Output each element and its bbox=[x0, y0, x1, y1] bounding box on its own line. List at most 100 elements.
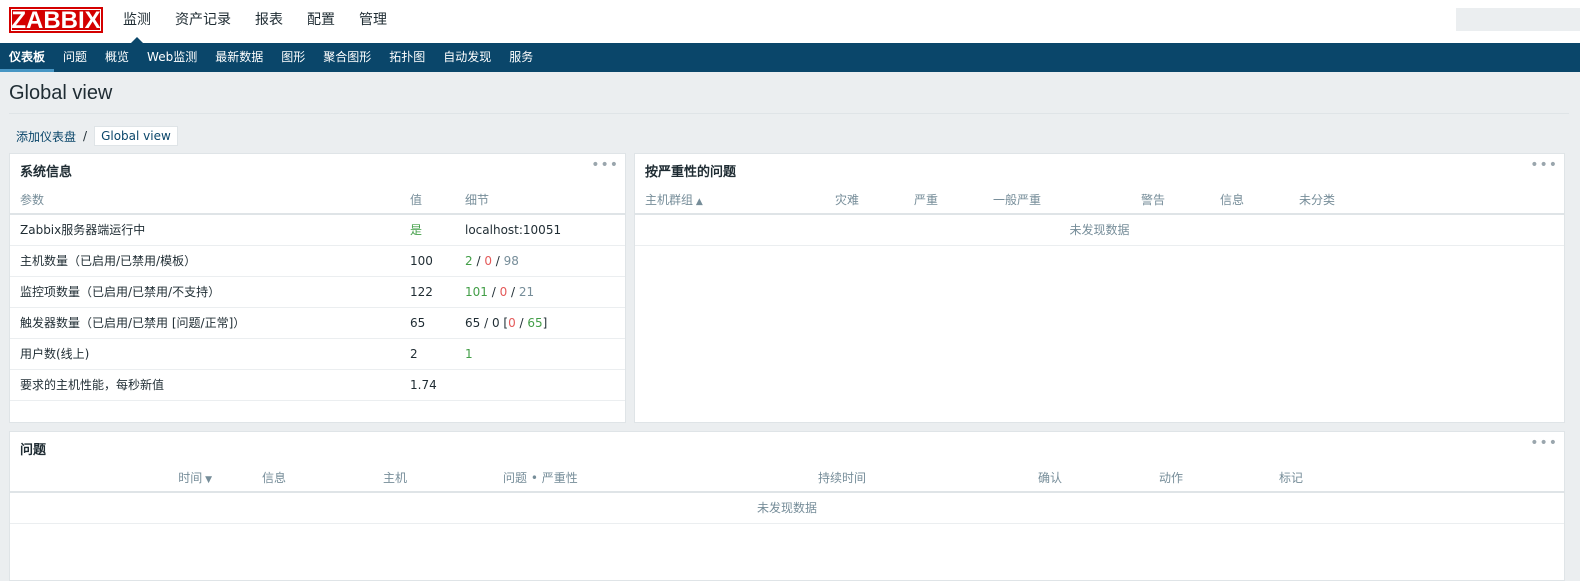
param-cell: 监控项数量（已启用/已禁用/不支持） bbox=[10, 276, 400, 308]
submenu-web[interactable]: Web监测 bbox=[138, 43, 206, 72]
online-count: 1 bbox=[465, 346, 473, 361]
details-cell: 101 / 0 / 21 bbox=[455, 276, 625, 308]
main-menu-monitoring[interactable]: 监测 bbox=[117, 0, 157, 43]
widget-menu-icon[interactable]: ••• bbox=[1530, 436, 1558, 450]
separator-text: / bbox=[472, 253, 485, 268]
system-info-widget: 系统信息 ••• 参数 值 细节 Zabbix服务器端运行中 是 localho… bbox=[9, 153, 626, 423]
value-cell: 65 bbox=[400, 307, 455, 339]
system-info-table: 参数 值 细节 Zabbix服务器端运行中 是 localhost:10051 … bbox=[10, 185, 625, 401]
ok-count: 65 bbox=[527, 315, 543, 330]
no-data-message: 未发现数据 bbox=[10, 492, 1564, 524]
widget-menu-icon[interactable]: ••• bbox=[591, 158, 619, 172]
separator-text: / bbox=[487, 284, 500, 299]
details-cell: 65 / 0 [0 / 65] bbox=[455, 307, 625, 339]
param-cell: Zabbix服务器端运行中 bbox=[10, 214, 400, 246]
column-header-problem-severity: 问题 • 严重性 bbox=[493, 463, 808, 493]
column-header-information: 信息 bbox=[1210, 185, 1289, 215]
breadcrumb: 添加仪表盘 / Global view bbox=[16, 125, 178, 147]
host-group-sort-label[interactable]: 主机群组 bbox=[645, 193, 703, 207]
time-sort-label[interactable]: 时间 bbox=[178, 471, 212, 485]
submenu-overview[interactable]: 概览 bbox=[96, 43, 138, 72]
main-menu-inventory[interactable]: 资产记录 bbox=[169, 0, 237, 43]
column-header-tags: 标记 bbox=[1269, 463, 1564, 493]
column-header-actions: 动作 bbox=[1149, 463, 1269, 493]
submenu-graphs[interactable]: 图形 bbox=[272, 43, 314, 72]
value-cell: 100 bbox=[400, 245, 455, 277]
column-header-disaster: 灾难 bbox=[825, 185, 904, 215]
column-header-time[interactable]: 时间 bbox=[10, 463, 252, 493]
widget-title: 按严重性的问题 bbox=[645, 165, 737, 180]
no-data-message: 未发现数据 bbox=[635, 214, 1564, 246]
value-cell: 1.74 bbox=[400, 369, 455, 401]
column-header-duration: 持续时间 bbox=[808, 463, 1028, 493]
separator-text: / bbox=[491, 253, 504, 268]
table-row: 监控项数量（已启用/已禁用/不支持） 122 101 / 0 / 21 bbox=[10, 276, 625, 308]
table-row: 主机数量（已启用/已禁用/模板） 100 2 / 0 / 98 bbox=[10, 245, 625, 277]
value-cell: 2 bbox=[400, 338, 455, 370]
table-row: 要求的主机性能，每秒新值 1.74 bbox=[10, 369, 625, 401]
trigger-summary: 65 / 0 [ bbox=[465, 315, 509, 330]
column-header-info: 信息 bbox=[252, 463, 373, 493]
column-header-warning: 警告 bbox=[1131, 185, 1210, 215]
column-header-host-group[interactable]: 主机群组 bbox=[635, 185, 825, 215]
widget-title: 问题 bbox=[20, 443, 47, 458]
problems-widget: 问题 ••• 时间 信息 主机 问题 • 严重性 持续时间 确认 动作 标记 未… bbox=[9, 431, 1565, 581]
column-header-value: 值 bbox=[400, 185, 455, 215]
column-header-parameter: 参数 bbox=[10, 185, 400, 215]
main-menu: 监测 资产记录 报表 配置 管理 bbox=[117, 0, 405, 43]
submenu-dashboard[interactable]: 仪表板 bbox=[0, 43, 55, 72]
column-header-details: 细节 bbox=[455, 185, 625, 215]
submenu-problems[interactable]: 问题 bbox=[54, 43, 96, 72]
column-header-ack: 确认 bbox=[1028, 463, 1149, 493]
severity-table: 主机群组 灾难 严重 一般严重 警告 信息 未分类 未发现数据 bbox=[635, 185, 1564, 246]
param-cell: 要求的主机性能，每秒新值 bbox=[10, 369, 400, 401]
widget-header: 按严重性的问题 ••• bbox=[635, 154, 1564, 185]
table-row: 未发现数据 bbox=[635, 214, 1564, 246]
top-header: ZABBIX 监测 资产记录 报表 配置 管理 bbox=[0, 0, 1580, 43]
separator-text: / bbox=[507, 284, 519, 299]
unsupported-count: 21 bbox=[518, 284, 535, 299]
main-menu-reports[interactable]: 报表 bbox=[249, 0, 289, 43]
value-cell: 是 bbox=[400, 214, 455, 246]
title-divider bbox=[9, 113, 1569, 114]
table-row: 未发现数据 bbox=[10, 492, 1564, 524]
sub-menu: 仪表板 问题 概览 Web监测 最新数据 图形 聚合图形 拓扑图 自动发现 服务 bbox=[0, 43, 1580, 72]
widget-menu-icon[interactable]: ••• bbox=[1530, 158, 1558, 172]
widget-header: 系统信息 ••• bbox=[10, 154, 625, 185]
separator-text: / bbox=[515, 315, 528, 330]
widget-title: 系统信息 bbox=[20, 165, 73, 180]
bracket-text: ] bbox=[542, 315, 548, 330]
breadcrumb-dashboards-link[interactable]: 添加仪表盘 bbox=[16, 128, 76, 145]
search-input[interactable] bbox=[1456, 8, 1580, 31]
submenu-screens[interactable]: 聚合图形 bbox=[314, 43, 380, 72]
details-cell bbox=[455, 369, 625, 401]
details-cell: 1 bbox=[455, 338, 625, 370]
page-title: Global view bbox=[9, 82, 113, 104]
submenu-latest-data[interactable]: 最新数据 bbox=[206, 43, 272, 72]
submenu-services[interactable]: 服务 bbox=[500, 43, 542, 72]
table-row: Zabbix服务器端运行中 是 localhost:10051 bbox=[10, 214, 625, 246]
table-row: 用户数(线上) 2 1 bbox=[10, 338, 625, 370]
problems-table: 时间 信息 主机 问题 • 严重性 持续时间 确认 动作 标记 未发现数据 bbox=[10, 463, 1564, 524]
submenu-maps[interactable]: 拓扑图 bbox=[380, 43, 434, 72]
main-menu-configuration[interactable]: 配置 bbox=[301, 0, 341, 43]
column-header-high: 严重 bbox=[904, 185, 983, 215]
problem-count: 0 bbox=[508, 315, 516, 330]
main-menu-administration[interactable]: 管理 bbox=[353, 0, 393, 43]
details-cell: 2 / 0 / 98 bbox=[455, 245, 625, 277]
zabbix-logo[interactable]: ZABBIX bbox=[9, 7, 103, 34]
param-cell: 主机数量（已启用/已禁用/模板） bbox=[10, 245, 400, 277]
submenu-discovery[interactable]: 自动发现 bbox=[434, 43, 500, 72]
template-count: 98 bbox=[503, 253, 519, 268]
breadcrumb-separator: / bbox=[83, 129, 88, 143]
value-cell: 122 bbox=[400, 276, 455, 308]
enabled-count: 2 bbox=[465, 253, 473, 268]
column-header-average: 一般严重 bbox=[983, 185, 1131, 215]
table-row: 触发器数量（已启用/已禁用 [问题/正常]） 65 65 / 0 [0 / 65… bbox=[10, 307, 625, 339]
breadcrumb-current[interactable]: Global view bbox=[94, 126, 178, 146]
problems-by-severity-widget: 按严重性的问题 ••• 主机群组 灾难 严重 一般严重 警告 信息 未分类 未发… bbox=[634, 153, 1565, 423]
param-cell: 触发器数量（已启用/已禁用 [问题/正常]） bbox=[10, 307, 400, 339]
column-header-not-classified: 未分类 bbox=[1289, 185, 1564, 215]
details-cell: localhost:10051 bbox=[455, 214, 625, 246]
enabled-count: 101 bbox=[465, 284, 488, 299]
